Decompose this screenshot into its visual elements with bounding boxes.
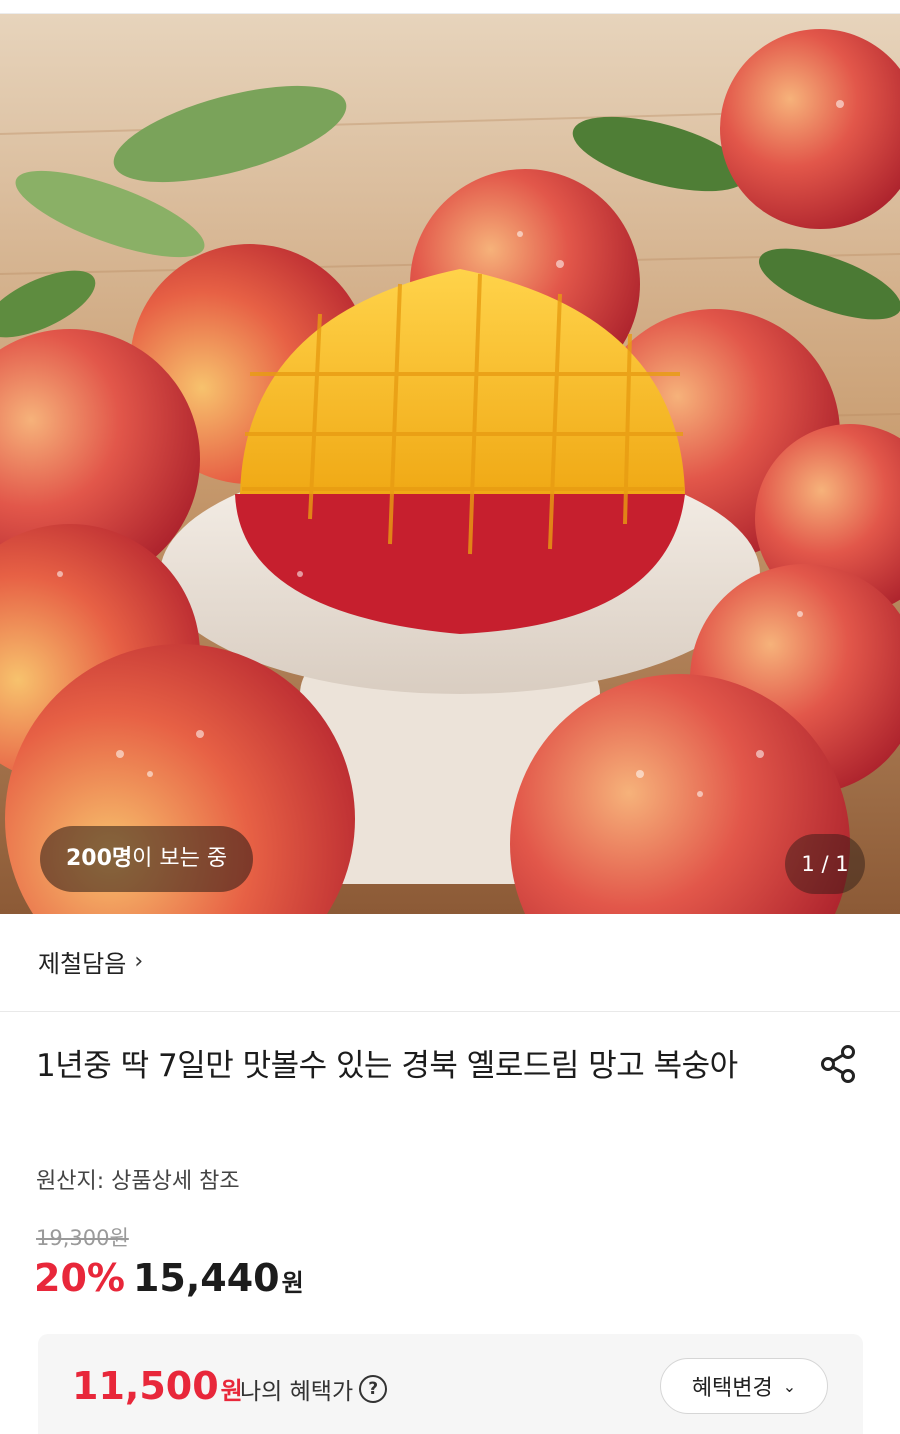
help-icon[interactable]: ? xyxy=(359,1375,388,1403)
sale-price-unit: 원 xyxy=(281,1269,304,1297)
origin-info: 원산지: 상품상세 참조 xyxy=(36,1169,240,1194)
top-status-divider xyxy=(0,0,900,14)
product-photo xyxy=(0,14,900,914)
viewers-count: 200명 xyxy=(66,846,133,871)
benefit-price: 11,500 원 xyxy=(72,1364,243,1408)
chevron-down-icon: ⌄ xyxy=(782,1376,797,1396)
live-viewers-badge: 200명이 보는 중 xyxy=(40,826,254,892)
share-icon xyxy=(821,1045,855,1083)
benefit-label-text: 나의 혜택가 xyxy=(240,1379,354,1405)
image-counter: 1 / 1 xyxy=(785,834,865,894)
chevron-right-icon: › xyxy=(134,949,144,974)
benefit-price-value: 11,500 xyxy=(72,1364,219,1408)
price-row: 20% 15,440 원 xyxy=(34,1256,304,1300)
change-benefit-button[interactable]: 혜택변경 ⌄ xyxy=(660,1358,828,1414)
store-section: 제철담음 › xyxy=(0,914,900,1012)
benefit-price-box: 11,500 원 나의 혜택가 ? 혜택변경 ⌄ xyxy=(38,1334,863,1434)
store-link[interactable]: 제철담음 › xyxy=(38,944,143,979)
product-image-carousel[interactable]: 200명이 보는 중 1 / 1 xyxy=(0,14,900,914)
sale-price: 15,440 xyxy=(132,1256,280,1300)
benefit-label: 나의 혜택가 ? xyxy=(240,1372,388,1406)
store-name: 제철담음 xyxy=(38,950,127,978)
share-button[interactable] xyxy=(818,1043,860,1085)
product-title: 1년중 딱 7일만 맛볼수 있는 경북 옐로드림 망고 복숭아 xyxy=(36,1048,738,1084)
original-price: 19,300원 xyxy=(36,1226,129,1250)
discount-rate: 20% xyxy=(34,1256,125,1300)
viewers-suffix: 이 보는 중 xyxy=(132,846,228,871)
change-benefit-label: 혜택변경 xyxy=(691,1376,773,1401)
